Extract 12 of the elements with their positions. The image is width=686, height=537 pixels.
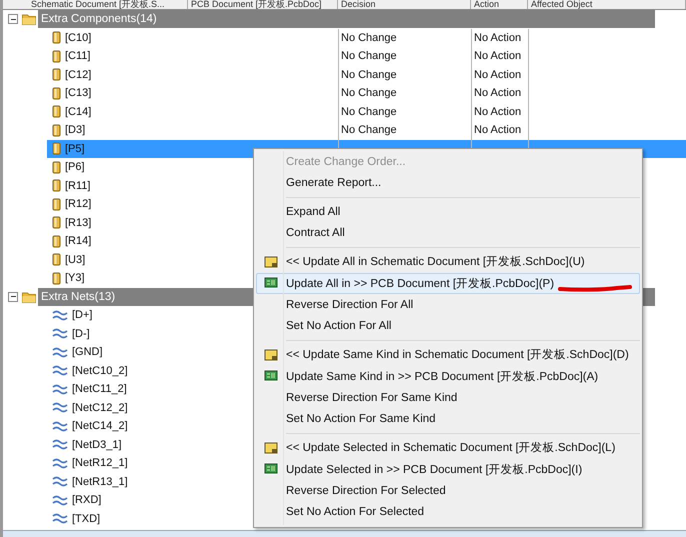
table-cell: No Change	[341, 106, 397, 118]
table-cell: No Action	[474, 32, 522, 44]
table-cell: No Action	[474, 68, 522, 81]
table-cell: No Action	[474, 106, 522, 118]
table-cell: No Change	[341, 68, 397, 81]
table-cell: No Action	[474, 50, 522, 62]
table-cell: No Change	[341, 87, 397, 100]
table-cell: No Change	[341, 50, 397, 62]
table-cell: No Change	[341, 32, 397, 44]
table-cell: No Action	[474, 87, 522, 100]
table-cell: No Action	[474, 124, 522, 136]
table-cell: No Change	[341, 124, 397, 136]
